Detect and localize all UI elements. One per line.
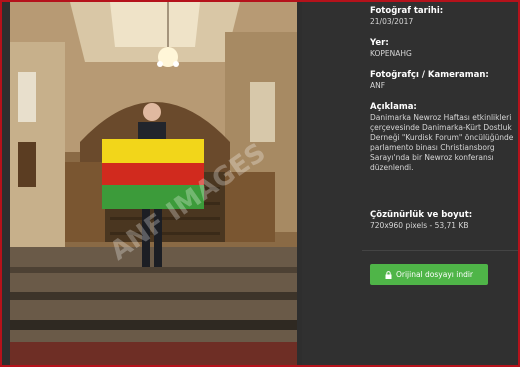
download-label: Orijinal dosyayı indir <box>395 270 474 279</box>
resolution-field: Çözünürlük ve boyut: 720x960 pixels - 53… <box>370 210 516 231</box>
date-field: Fotoğraf tarihi: 21/03/2017 <box>370 6 516 27</box>
place-field: Yer: KOPENAHG <box>370 38 516 59</box>
resolution-value: 720x960 pixels - 53,71 KB <box>370 221 469 230</box>
date-value: 21/03/2017 <box>370 17 414 26</box>
resolution-label: Çözünürlük ve boyut: <box>370 210 473 220</box>
photographer-label: Fotoğrafçı / Kameraman: <box>370 70 489 80</box>
photo-illustration: ANF IMAGES <box>10 2 297 365</box>
photographer-field: Fotoğrafçı / Kameraman: ANF <box>370 70 516 91</box>
details-panel: Fotoğraf tarihi: 21/03/2017 Yer: KOPENAH… <box>302 2 518 365</box>
description-label: Açıklama: <box>370 102 417 112</box>
description-field: Açıklama: Danimarka Newroz Haftası etkin… <box>370 102 516 173</box>
photographer-value: ANF <box>370 81 386 90</box>
photo-viewer: ANF IMAGES Fotoğraf tarihi: 21/03/2017 Y… <box>0 0 520 367</box>
lock-icon <box>385 270 392 279</box>
date-label: Fotoğraf tarihi: <box>370 6 444 16</box>
place-label: Yer: <box>370 38 389 48</box>
divider <box>362 250 518 251</box>
download-original-button[interactable]: Orijinal dosyayı indir <box>370 264 488 285</box>
place-value: KOPENAHG <box>370 49 412 58</box>
main-photo[interactable]: ANF IMAGES <box>10 2 297 365</box>
description-value: Danimarka Newroz Haftası etkinlikleri çe… <box>370 113 514 172</box>
